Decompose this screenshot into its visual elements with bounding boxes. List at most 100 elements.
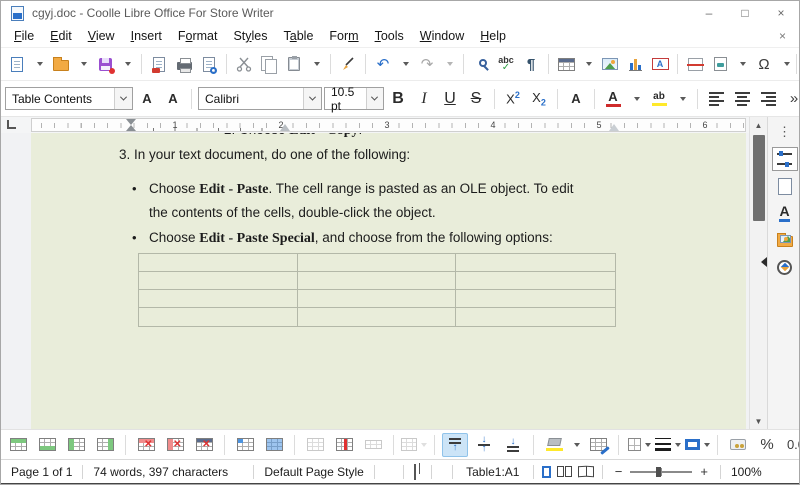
scrollbar-thumb[interactable]: [753, 135, 765, 221]
font-color-dropdown[interactable]: [627, 86, 645, 112]
page-count[interactable]: Page 1 of 1: [1, 465, 82, 479]
table-cell[interactable]: [456, 272, 615, 290]
border-style-button[interactable]: [655, 433, 681, 457]
align-bottom-button[interactable]: ↓: [500, 433, 526, 457]
new-style-button[interactable]: A: [161, 86, 185, 112]
word-count[interactable]: 74 words, 397 characters: [83, 465, 253, 479]
font-size-dropdown[interactable]: [366, 88, 383, 109]
multi-page-view-icon[interactable]: [557, 466, 572, 477]
zoom-slider-thumb[interactable]: [656, 467, 661, 477]
font-size-combobox[interactable]: 10.5 pt: [324, 87, 384, 110]
align-left-button[interactable]: [704, 86, 728, 112]
zoom-percent[interactable]: 100%: [721, 465, 772, 479]
align-top-button[interactable]: ↑: [442, 433, 468, 457]
update-style-button[interactable]: A: [135, 86, 159, 112]
formatting-overflow-button[interactable]: »: [782, 86, 800, 112]
sidebar-properties-button[interactable]: [772, 147, 798, 171]
optimize-size-button[interactable]: [401, 433, 427, 457]
single-page-view-icon[interactable]: [542, 466, 551, 478]
cut-button[interactable]: [232, 51, 256, 77]
new-document-dropdown[interactable]: [30, 51, 48, 77]
zoom-out-icon[interactable]: −: [611, 464, 627, 479]
insert-page-break-button[interactable]: [683, 51, 707, 77]
paragraph-style-combobox[interactable]: Table Contents: [5, 87, 133, 110]
split-cells-button[interactable]: [331, 433, 357, 457]
maximize-icon[interactable]: □: [727, 1, 763, 25]
menu-view[interactable]: View: [80, 27, 123, 45]
redo-button[interactable]: ↷: [415, 51, 439, 77]
zoom-in-icon[interactable]: +: [696, 464, 712, 479]
sidebar-gallery-button[interactable]: [772, 228, 798, 252]
center-vertically-button[interactable]: ↓↑: [471, 433, 497, 457]
table-cell[interactable]: [139, 308, 298, 326]
close-document-icon[interactable]: ×: [766, 29, 799, 43]
right-indent-marker[interactable]: [609, 124, 619, 131]
insert-table-button[interactable]: [554, 51, 578, 77]
undo-button[interactable]: ↶: [371, 51, 395, 77]
vertical-scrollbar[interactable]: ▲ ▼: [749, 117, 767, 429]
page-style[interactable]: Default Page Style: [254, 465, 373, 479]
table-cell[interactable]: [298, 290, 457, 308]
border-color-button[interactable]: [684, 433, 710, 457]
subscript-button[interactable]: X2: [527, 86, 551, 112]
zoom-slider[interactable]: [630, 471, 692, 473]
save-dropdown[interactable]: [118, 51, 136, 77]
paste-dropdown[interactable]: [307, 51, 325, 77]
insert-column-before-button[interactable]: [63, 433, 89, 457]
scroll-up-icon[interactable]: ▲: [750, 117, 767, 133]
insert-table-dropdown[interactable]: [579, 51, 597, 77]
merge-table-button[interactable]: [360, 433, 386, 457]
number-format-currency-button[interactable]: [725, 433, 751, 457]
sidebar-styles-button[interactable]: A: [772, 201, 798, 225]
table-cell[interactable]: [456, 290, 615, 308]
export-pdf-button[interactable]: [147, 51, 171, 77]
insert-column-after-button[interactable]: [92, 433, 118, 457]
print-button[interactable]: [172, 51, 196, 77]
indent-marker[interactable]: [280, 124, 290, 131]
find-replace-button[interactable]: [469, 51, 493, 77]
left-indent-marker[interactable]: [126, 125, 136, 131]
number-format-percent-button[interactable]: %: [754, 433, 780, 457]
insert-row-above-button[interactable]: [5, 433, 31, 457]
paste-button[interactable]: [282, 51, 306, 77]
undo-dropdown[interactable]: [396, 51, 414, 77]
strikethrough-button[interactable]: S: [464, 86, 488, 112]
clone-formatting-button[interactable]: [336, 51, 360, 77]
menu-tools[interactable]: Tools: [367, 27, 412, 45]
print-preview-button[interactable]: [197, 51, 221, 77]
highlight-color-button[interactable]: ab: [647, 86, 671, 112]
open-button[interactable]: [49, 51, 73, 77]
number-format-decimal-button[interactable]: 0.0: [783, 433, 800, 457]
insert-chart-button[interactable]: [623, 51, 647, 77]
delete-row-button[interactable]: ✕: [133, 433, 159, 457]
menu-help[interactable]: Help: [472, 27, 514, 45]
highlight-color-dropdown[interactable]: [673, 86, 691, 112]
insert-row-below-button[interactable]: [34, 433, 60, 457]
align-right-button[interactable]: [756, 86, 780, 112]
redo-dropdown[interactable]: [440, 51, 458, 77]
align-center-button[interactable]: [730, 86, 754, 112]
scroll-down-icon[interactable]: ▼: [750, 413, 767, 429]
bold-button[interactable]: B: [386, 86, 410, 112]
table-cell[interactable]: [139, 254, 298, 272]
sidebar-settings-button[interactable]: ⋮: [772, 120, 798, 144]
table-cell[interactable]: [139, 290, 298, 308]
menu-table[interactable]: Table: [276, 27, 322, 45]
copy-button[interactable]: [257, 51, 281, 77]
table-background-color-button[interactable]: [541, 433, 567, 457]
selection-mode-button[interactable]: [404, 465, 431, 479]
select-table-button[interactable]: [261, 433, 287, 457]
minimize-icon[interactable]: –: [691, 1, 727, 25]
font-name-dropdown[interactable]: [303, 88, 321, 109]
menu-styles[interactable]: Styles: [225, 27, 275, 45]
special-character-button[interactable]: Ω: [752, 51, 776, 77]
insert-field-dropdown[interactable]: [733, 51, 751, 77]
table-cell[interactable]: [298, 308, 457, 326]
open-dropdown[interactable]: [74, 51, 92, 77]
merge-cells-button[interactable]: [302, 433, 328, 457]
save-button[interactable]: [93, 51, 117, 77]
document-page[interactable]: 2. Choose Edit - Copy. 3. In your text d…: [31, 133, 746, 429]
italic-button[interactable]: I: [412, 86, 436, 112]
new-document-button[interactable]: [5, 51, 29, 77]
menu-format[interactable]: Format: [170, 27, 226, 45]
